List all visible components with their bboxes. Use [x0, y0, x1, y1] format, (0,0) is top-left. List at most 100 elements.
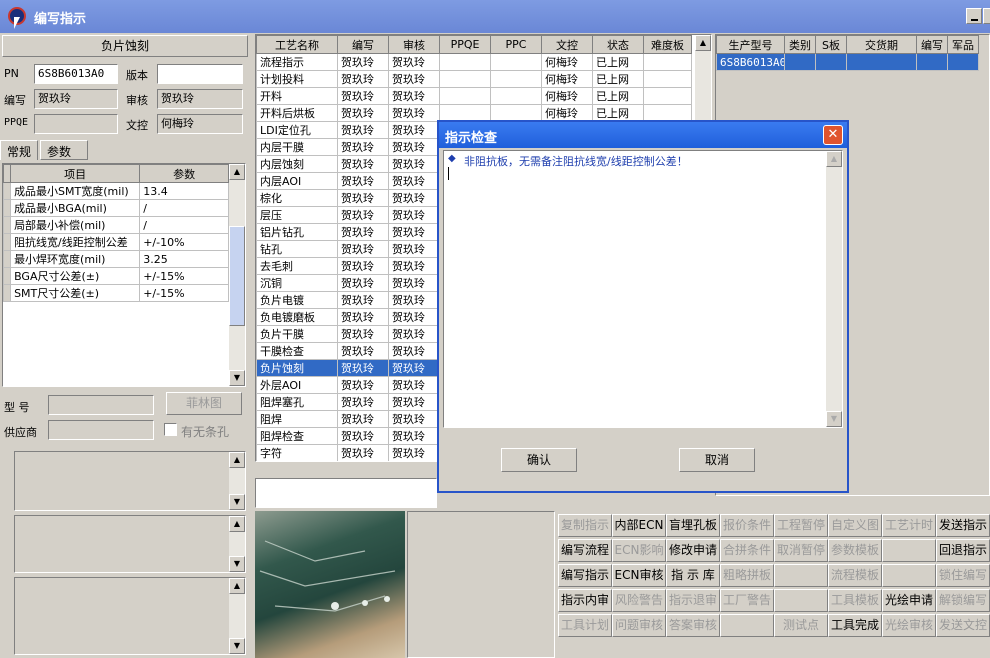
production-header-cell[interactable]: S板: [815, 35, 847, 54]
table-row[interactable]: 流程指示 贺玖玲 贺玖玲 何梅玲 已上网: [256, 53, 692, 71]
action-button[interactable]: 测试点: [774, 614, 828, 637]
action-button[interactable]: [882, 539, 936, 562]
minimize-button[interactable]: [966, 8, 982, 24]
version-field[interactable]: [157, 64, 243, 84]
dialog-scrollbar[interactable]: ▲ ▼: [826, 151, 842, 427]
action-button[interactable]: 编写流程: [558, 539, 612, 562]
action-button[interactable]: 指示退审: [666, 589, 720, 612]
action-button[interactable]: 工具模板: [828, 589, 882, 612]
scroll-down-icon[interactable]: ▼: [826, 411, 842, 427]
action-button[interactable]: 取消暂停: [774, 539, 828, 562]
params-row[interactable]: 成品最小BGA(mil) /: [3, 199, 229, 217]
process-note-field[interactable]: [255, 478, 437, 508]
action-button[interactable]: 光绘审核: [882, 614, 936, 637]
params-row[interactable]: SMT尺寸公差(±) +/-15%: [3, 284, 229, 302]
action-button[interactable]: 发送文控: [936, 614, 990, 637]
process-header-cell[interactable]: 审核: [388, 35, 440, 54]
writer-field[interactable]: 贺玖玲: [34, 89, 118, 109]
action-button[interactable]: ECN影响: [612, 539, 666, 562]
production-header-cell[interactable]: 交货期: [846, 35, 917, 54]
process-header-cell[interactable]: PPQE: [439, 35, 491, 54]
action-button[interactable]: 工具完成: [828, 614, 882, 637]
maximize-button[interactable]: [983, 8, 990, 24]
action-button[interactable]: 编写指示: [558, 564, 612, 587]
memo-1-scrollbar[interactable]: ▲ ▼: [229, 452, 245, 510]
action-button[interactable]: 合拼条件: [720, 539, 774, 562]
action-button[interactable]: 修改申请: [666, 539, 720, 562]
action-button[interactable]: 粗略拼板: [720, 564, 774, 587]
action-button[interactable]: 内部ECN: [612, 514, 666, 537]
film-button[interactable]: 菲林图: [166, 392, 242, 415]
confirm-button[interactable]: 确认: [501, 448, 577, 472]
action-button[interactable]: 工艺计时: [882, 514, 936, 537]
action-button[interactable]: 参数模板: [828, 539, 882, 562]
production-header-cell[interactable]: 类别: [784, 35, 816, 54]
action-button[interactable]: 自定义图: [828, 514, 882, 537]
process-header-cell[interactable]: PPC: [490, 35, 542, 54]
memo-2-scrollbar[interactable]: ▲ ▼: [229, 516, 245, 572]
action-button[interactable]: 解锁编写: [936, 589, 990, 612]
memo-box-1[interactable]: ▲ ▼: [14, 451, 246, 511]
action-button[interactable]: 工具计划: [558, 614, 612, 637]
ppqe-field[interactable]: [34, 114, 118, 134]
cancel-button[interactable]: 取消: [679, 448, 755, 472]
action-button[interactable]: 指示内审: [558, 589, 612, 612]
action-button[interactable]: 风险警告: [612, 589, 666, 612]
params-scrollbar[interactable]: ▲ ▼: [229, 164, 245, 386]
close-icon[interactable]: ✕: [823, 125, 843, 145]
scroll-up-icon[interactable]: ▲: [695, 35, 711, 51]
memo-box-3[interactable]: ▲ ▼: [14, 577, 246, 655]
action-button[interactable]: 回退指示: [936, 539, 990, 562]
tab-params[interactable]: 参数: [40, 140, 88, 160]
production-header-cell[interactable]: 军品: [947, 35, 979, 54]
process-header-cell[interactable]: 难度板: [643, 35, 692, 54]
pn-field[interactable]: 6S8B6013A0: [34, 64, 118, 84]
action-button[interactable]: [774, 589, 828, 612]
table-row[interactable]: 开料 贺玖玲 贺玖玲 何梅玲 已上网: [256, 87, 692, 105]
params-row[interactable]: 成品最小SMT宽度(mil) 13.4: [3, 182, 229, 200]
action-button[interactable]: [882, 564, 936, 587]
doc-control-field[interactable]: 何梅玲: [157, 114, 243, 134]
scroll-up-icon[interactable]: ▲: [826, 151, 842, 167]
process-header-cell[interactable]: 工艺名称: [256, 35, 338, 54]
process-header-cell[interactable]: 编写: [337, 35, 389, 54]
action-button[interactable]: ECN审核: [612, 564, 666, 587]
params-row[interactable]: 最小焊环宽度(mil) 3.25: [3, 250, 229, 268]
action-button[interactable]: 复制指示: [558, 514, 612, 537]
action-button[interactable]: 锁住编写: [936, 564, 990, 587]
action-button[interactable]: 工程暂停: [774, 514, 828, 537]
scroll-down-icon[interactable]: ▼: [229, 370, 245, 386]
dialog-message-box[interactable]: ◆ 非阻抗板，无需备注阻抗线宽/线距控制公差！ ▲ ▼: [443, 150, 843, 428]
supplier-field[interactable]: [48, 420, 154, 440]
reviewer-field[interactable]: 贺玖玲: [157, 89, 243, 109]
action-button[interactable]: [774, 564, 828, 587]
process-header-cell[interactable]: 状态: [592, 35, 644, 54]
action-button[interactable]: 答案审核: [666, 614, 720, 637]
action-button[interactable]: 盲埋孔板: [666, 514, 720, 537]
action-button[interactable]: 工厂警告: [720, 589, 774, 612]
action-button[interactable]: 问题审核: [612, 614, 666, 637]
action-button[interactable]: [720, 614, 774, 637]
scroll-up-icon[interactable]: ▲: [229, 164, 245, 180]
process-header-cell[interactable]: 文控: [541, 35, 593, 54]
action-button[interactable]: 报价条件: [720, 514, 774, 537]
table-row[interactable]: 开料后烘板 贺玖玲 贺玖玲 何梅玲 已上网: [256, 104, 692, 122]
scroll-thumb[interactable]: [229, 226, 245, 326]
production-header-cell[interactable]: 生产型号: [716, 35, 785, 54]
action-button[interactable]: 指 示 库: [666, 564, 720, 587]
params-row[interactable]: 阻抗线宽/线距控制公差 +/-10%: [3, 233, 229, 251]
model-field[interactable]: [48, 395, 154, 415]
tab-general[interactable]: 常规: [0, 140, 38, 160]
action-button[interactable]: 发送指示: [936, 514, 990, 537]
table-row[interactable]: 计划投料 贺玖玲 贺玖玲 何梅玲 已上网: [256, 70, 692, 88]
no-strip-hole-checkbox[interactable]: [164, 423, 177, 436]
params-row[interactable]: BGA尺寸公差(±) +/-15%: [3, 267, 229, 285]
memo-3-scrollbar[interactable]: ▲ ▼: [229, 578, 245, 654]
param-value: 3.25: [139, 250, 229, 268]
action-button[interactable]: 流程模板: [828, 564, 882, 587]
production-header-cell[interactable]: 编写: [916, 35, 948, 54]
action-button[interactable]: 光绘申请: [882, 589, 936, 612]
params-row[interactable]: 局部最小补偿(mil) /: [3, 216, 229, 234]
table-row[interactable]: 6S8B6013A0: [716, 53, 979, 71]
memo-box-2[interactable]: ▲ ▼: [14, 515, 246, 573]
